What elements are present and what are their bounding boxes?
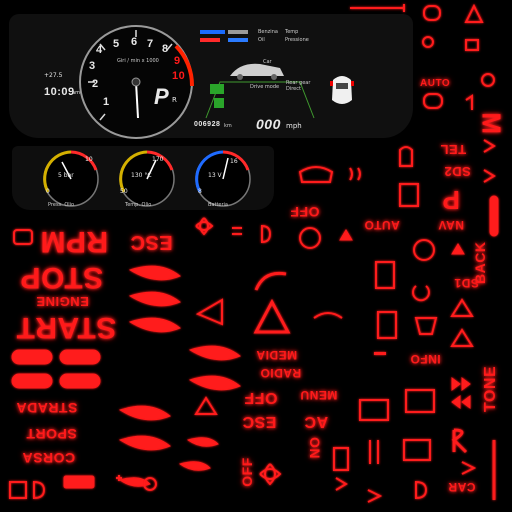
triangle-up-icon — [451, 243, 465, 255]
arrow-right-icon-2 — [483, 169, 496, 183]
fast-forward-icon — [451, 377, 471, 391]
seat-vent-icon — [399, 183, 419, 207]
grid-button-icon-2 — [403, 439, 431, 461]
warning-triangle-icon — [464, 3, 484, 23]
arrow-right-icon — [483, 139, 496, 153]
fuel-door-icon — [375, 261, 395, 289]
steering-icon — [299, 227, 321, 249]
headlight-icon-2 — [423, 93, 443, 109]
drop-shape-7 — [118, 435, 171, 451]
drop-shape-2 — [128, 291, 181, 307]
cornering-icon — [369, 440, 379, 464]
hazard-triangle-icon — [253, 298, 291, 334]
drop-shape-1 — [128, 265, 181, 281]
pill-4 — [59, 373, 101, 389]
fan-icon-2 — [259, 463, 282, 486]
drop-shape-6 — [118, 405, 171, 421]
seat-heat-icon — [399, 146, 413, 167]
small-arrow-icon — [335, 477, 348, 491]
pill-2 — [59, 349, 101, 365]
headlight-icon — [423, 5, 441, 21]
bottom-left-icon — [9, 481, 27, 499]
drop-shape-5 — [188, 375, 241, 391]
power-icon — [412, 285, 430, 302]
parking-brake-icon — [413, 239, 435, 261]
bracket-icon — [465, 94, 473, 110]
door-icon — [377, 311, 397, 339]
triangle-icon-3 — [450, 298, 474, 317]
trunk-arrow-icon — [461, 461, 477, 475]
circle-icon — [481, 73, 495, 87]
curved-arrow-icon — [254, 271, 287, 291]
texture-atlas: 1 2 3 4 5 6 7 8 9 10 Giri / min x 1000 P… — [0, 0, 512, 512]
grid-button-icon — [405, 389, 435, 413]
drop-shape-3 — [128, 317, 181, 333]
drop-shape-8 — [186, 437, 219, 447]
small-rect — [63, 475, 95, 489]
headlight-icon-3 — [33, 480, 46, 500]
dash-line — [374, 352, 386, 355]
triangle-icon — [339, 229, 353, 241]
fog-light-icon — [261, 224, 272, 244]
pill-3 — [11, 373, 53, 389]
triangle-icon-4 — [450, 328, 474, 347]
r-letter-icon — [451, 428, 468, 454]
seat-heat-icon-2 — [333, 447, 349, 471]
car-key-icon — [13, 229, 33, 245]
fan-icon — [195, 217, 214, 236]
rewind-icon — [451, 395, 471, 409]
light-beam-icon — [232, 227, 242, 235]
small-square-icon — [465, 39, 479, 51]
hazard-triangle-icon-2 — [194, 396, 218, 415]
wavy-lines-icon — [349, 167, 361, 181]
wiper-icon — [313, 312, 343, 319]
side-triangle — [195, 298, 223, 326]
hand-icon — [414, 317, 438, 335]
long-bar-right — [489, 195, 499, 237]
arrow-right-icon-3 — [367, 489, 383, 503]
seat-icon — [422, 36, 434, 48]
drop-shape-9 — [178, 461, 211, 471]
seat-icon-2 — [359, 399, 389, 421]
pill-1 — [11, 349, 53, 365]
rear-defrost-icon — [298, 166, 334, 183]
drop-shape-4 — [188, 345, 241, 361]
fog-icon-2 — [415, 480, 428, 500]
red-icons-layer — [9, 3, 499, 503]
